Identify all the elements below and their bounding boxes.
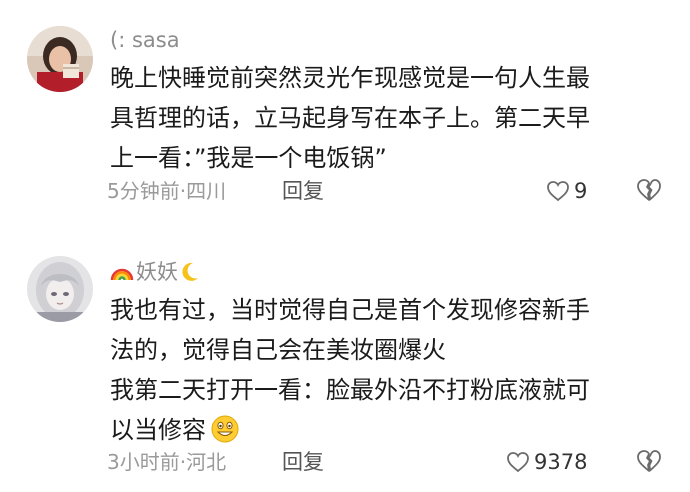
woman-photo-avatar-icon: [27, 26, 93, 92]
comment-text: 我也有过，当时觉得自己是首个发现修容新手 法的，觉得自己会在美妆圈爆火 我第二天…: [110, 290, 670, 450]
broken-heart-icon: [637, 450, 661, 472]
username[interactable]: (: sasa: [110, 26, 180, 54]
username-row[interactable]: 妖妖: [110, 258, 200, 286]
avatar[interactable]: [27, 256, 93, 322]
comment-line: 我也有过，当时觉得自己是首个发现修容新手: [110, 296, 590, 324]
comment-line-with-emoji: 以当修容: [110, 410, 670, 450]
rainbow-icon: [110, 268, 134, 281]
username: 妖妖: [136, 260, 178, 284]
broken-heart-icon: [637, 179, 661, 201]
comment-line: 以当修容: [110, 416, 206, 444]
reply-button[interactable]: 回复: [282, 177, 324, 205]
comment-line: 晚上快睡觉前突然灵光乍现感觉是一句人生最: [110, 64, 590, 92]
like-count: 9378: [534, 450, 588, 474]
comment-text: 晚上快睡觉前突然灵光乍现感觉是一句人生最 具哲理的话，立马起身写在本子上。第二天…: [110, 58, 670, 178]
comment-line: 我第二天打开一看：脸最外沿不打粉底液就可: [110, 376, 590, 404]
like-button[interactable]: 9378: [506, 448, 587, 476]
comment-line: 具哲理的话，立马起身写在本子上。第二天早: [110, 104, 590, 132]
dislike-button[interactable]: [636, 178, 662, 204]
crescent-moon-icon: [182, 262, 198, 281]
comment-item: (: sasa 晚上快睡觉前突然灵光乍现感觉是一句人生最 具哲理的话，立马起身写…: [0, 0, 690, 230]
comment-item: 妖妖 我也有过，当时觉得自己是首个发现修容新手 法的，觉得自己会在美妆圈爆火 我…: [0, 230, 690, 492]
like-button[interactable]: 9: [546, 177, 587, 205]
grinning-icon: [211, 415, 239, 443]
anime-girl-avatar-icon: [27, 256, 93, 322]
comment-line: 法的，觉得自己会在美妆圈爆火: [110, 336, 446, 364]
comment-meta: 5分钟前·四川: [107, 179, 227, 203]
reply-button[interactable]: 回复: [282, 448, 324, 476]
heart-icon: [547, 181, 569, 202]
comment-line: 上一看：”我是一个电饭锅”: [110, 144, 387, 172]
like-count: 9: [574, 179, 588, 203]
heart-icon: [507, 452, 529, 473]
dislike-button[interactable]: [636, 449, 662, 475]
comment-meta: 3小时前·河北: [107, 450, 227, 474]
avatar[interactable]: [27, 26, 93, 92]
